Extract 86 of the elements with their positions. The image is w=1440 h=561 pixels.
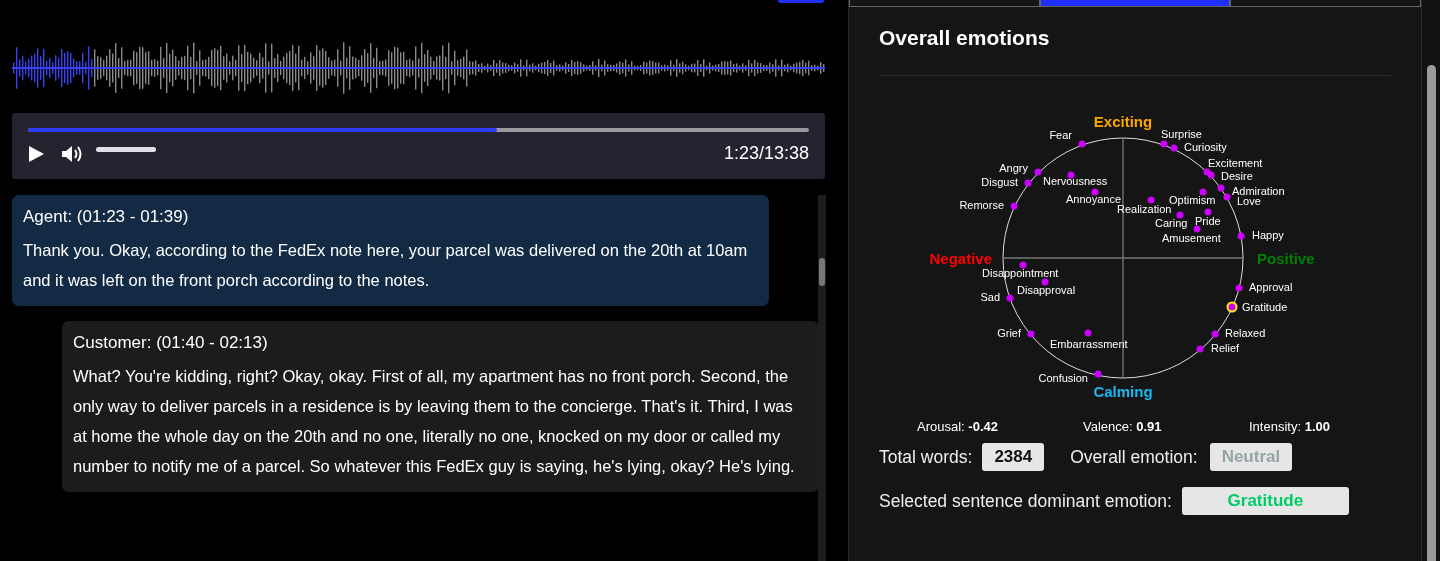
emotion-label: Optimism [1169, 194, 1216, 206]
emotion-label: Angry [999, 162, 1028, 174]
emotion-dot[interactable] [1024, 179, 1032, 187]
emotion-label: Realization [1117, 203, 1172, 215]
axis-label: Calming [1093, 382, 1153, 400]
emotion-label: Disappointment [982, 267, 1059, 279]
emotion-label: Sad [980, 291, 1000, 303]
emotion-dot[interactable] [1084, 329, 1092, 337]
emotion-dot[interactable] [1176, 211, 1184, 219]
value-badge: Gratitude [1181, 487, 1349, 515]
value-badge: 2384 [982, 443, 1045, 471]
emotion-label: Annoyance [1066, 193, 1122, 205]
field-label: Total words: [879, 446, 973, 468]
emotion-dot[interactable] [1094, 370, 1102, 378]
emotion-label: Confusion [1038, 372, 1088, 384]
emotion-dot[interactable] [1067, 171, 1075, 179]
time-display: 1:23/13:38 [723, 143, 809, 165]
emotion-label: Grief [997, 327, 1021, 339]
utterance-text: What? You're kidding, right? Okay, okay. First of all, my apartment has no front porch. Second, the only way to deliver parcels in a residence is by leaving them to the concierge. That's it. Third, I was at home the whole day on the 20th and no one, literally no one, knocked on my door or called my number to notify me of a parcel. So whatever this FedEx guy is saying, he's lying, okay? He's lying. [73, 366, 796, 478]
stat-label: Arousal: [917, 419, 965, 434]
axis-label: Negative [929, 249, 992, 267]
emotion-dot[interactable] [1193, 225, 1201, 233]
emotion-dot[interactable] [1034, 168, 1042, 176]
emotion-label: Pride [1195, 215, 1221, 227]
stat-label: Valence: [1083, 419, 1133, 434]
stat-value: 1.00 [1304, 419, 1330, 434]
tab[interactable] [1230, 0, 1421, 7]
emotion-label: Approval [1249, 281, 1293, 293]
emotion-label: Amusement [1162, 232, 1221, 244]
emotion-dot[interactable] [1204, 208, 1212, 216]
emotion-dot[interactable] [1199, 188, 1207, 196]
emotion-label: Curiosity [1184, 141, 1227, 153]
stat-value: -0.42 [968, 419, 998, 434]
emotion-dot[interactable] [1207, 171, 1215, 179]
emotion-label: Disapproval [1017, 284, 1076, 296]
emotion-label: Gratitude [1242, 301, 1288, 313]
stat-value: 0.91 [1136, 419, 1162, 434]
emotion-label: Embarrassment [1050, 338, 1128, 350]
emotion-label: Surprise [1161, 128, 1202, 140]
emotion-label: Excitement [1208, 157, 1263, 169]
emotion-dot[interactable] [1160, 140, 1168, 148]
emotion-dot[interactable] [1027, 330, 1035, 338]
scrollbar[interactable] [818, 195, 826, 561]
axis-label: Positive [1257, 249, 1315, 267]
emotion-dot[interactable] [1196, 345, 1204, 353]
emotion-dot[interactable] [1226, 301, 1238, 313]
emotion-dot[interactable] [1170, 144, 1178, 152]
utterance-text: Thank you. Okay, according to the FedEx note here, your parcel was delivered on the 20th at 10am and it was left on the front porch according to the notes. [23, 240, 749, 292]
emotion-dot[interactable] [1019, 261, 1027, 269]
transcript-card[interactable]: Agent: (01:23 - 01:39) Thank you. Okay, according to the FedEx note here, your parcel was delivered on the 20th at 10am and it was left on the front porch according to the notes. [12, 195, 769, 307]
emotion-dot[interactable] [1091, 188, 1099, 196]
emotion-dot[interactable] [1147, 196, 1155, 204]
speaker-icon[interactable] [61, 143, 84, 164]
emotion-label: Love [1237, 195, 1261, 207]
emotion-label: Nervousness [1043, 175, 1108, 187]
emotion-dot[interactable] [1217, 184, 1225, 192]
transcript-card[interactable] [62, 321, 819, 493]
field-label: Overall emotion: [1070, 446, 1198, 468]
emotion-label: Fear [1049, 129, 1072, 141]
emotion-label: Disgust [981, 176, 1018, 188]
emotion-dot[interactable] [1237, 232, 1245, 240]
emotion-dot[interactable] [1078, 140, 1086, 148]
emotion-label: Happy [1252, 229, 1284, 241]
play-icon[interactable] [28, 144, 45, 163]
progress-bar[interactable] [28, 128, 809, 133]
axis-label: Exciting [1093, 112, 1153, 130]
scrollbar[interactable] [1422, 0, 1440, 561]
emotion-label: Remorse [959, 199, 1004, 211]
emotion-label: Relief [1211, 342, 1240, 354]
stat-label: Intensity: [1249, 419, 1302, 434]
speaker-header: Customer: (01:40 - 02:13) [73, 333, 269, 354]
emotion-dot[interactable] [1223, 193, 1231, 201]
emotion-dot[interactable] [1211, 330, 1219, 338]
emotion-label: Caring [1155, 217, 1188, 229]
emotion-dot[interactable] [1235, 284, 1243, 292]
emotion-label: Relaxed [1225, 327, 1266, 339]
section-title: Overall emotions [879, 26, 1051, 50]
emotion-dot[interactable] [1010, 202, 1018, 210]
emotion-label: Desire [1221, 170, 1253, 182]
emotion-label: Admiration [1232, 185, 1285, 197]
tab[interactable] [849, 0, 1040, 7]
speaker-header: Agent: (01:23 - 01:39) [23, 207, 190, 228]
emotion-dot[interactable] [1006, 294, 1014, 302]
value-badge: Neutral [1209, 443, 1293, 471]
emotion-dot[interactable] [1041, 278, 1049, 286]
field-label: Selected sentence dominant emotion: [879, 490, 1172, 512]
